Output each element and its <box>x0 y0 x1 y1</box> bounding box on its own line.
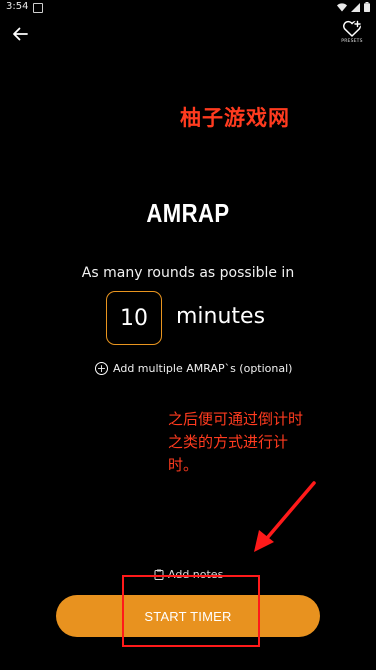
minutes-input[interactable]: 10 <box>106 291 162 345</box>
screen: 3:54 PRESETS 柚子游戏网 AMRAP As many rounds … <box>0 0 376 670</box>
plus-circle-icon: + <box>95 362 108 375</box>
wifi-icon <box>337 2 347 11</box>
add-notes-label: Add notes <box>168 568 224 581</box>
clipboard-icon <box>154 569 164 580</box>
app-notification-icon <box>33 3 43 13</box>
page-title: AMRAP <box>146 198 230 228</box>
add-notes-button[interactable]: Add notes <box>154 568 223 581</box>
watermark-text: 柚子游戏网 <box>180 106 290 130</box>
arrow-left-icon <box>13 27 28 41</box>
add-multiple-amrap-label: Add multiple AMRAP`s (optional) <box>113 362 293 375</box>
presets-label: PRESETS <box>341 39 363 44</box>
signal-icon <box>351 2 360 12</box>
annotation-text: 之后便可通过倒计时之类的方式进行计时。 <box>168 410 304 474</box>
start-timer-button[interactable]: START TIMER <box>56 595 320 637</box>
start-timer-label: START TIMER <box>144 608 232 624</box>
minutes-label: minutes <box>176 304 266 329</box>
heart-plus-icon <box>342 20 362 37</box>
status-bar: 3:54 <box>0 0 376 16</box>
add-multiple-amrap-button[interactable]: + Add multiple AMRAP`s (optional) <box>95 362 292 375</box>
subtitle: As many rounds as possible in <box>81 265 295 281</box>
back-button[interactable] <box>6 20 34 48</box>
status-icons <box>337 2 370 12</box>
battery-icon <box>364 2 370 12</box>
annotation-arrow-icon <box>254 481 316 552</box>
presets-button[interactable]: PRESETS <box>334 20 370 54</box>
status-time: 3:54 <box>6 1 29 12</box>
